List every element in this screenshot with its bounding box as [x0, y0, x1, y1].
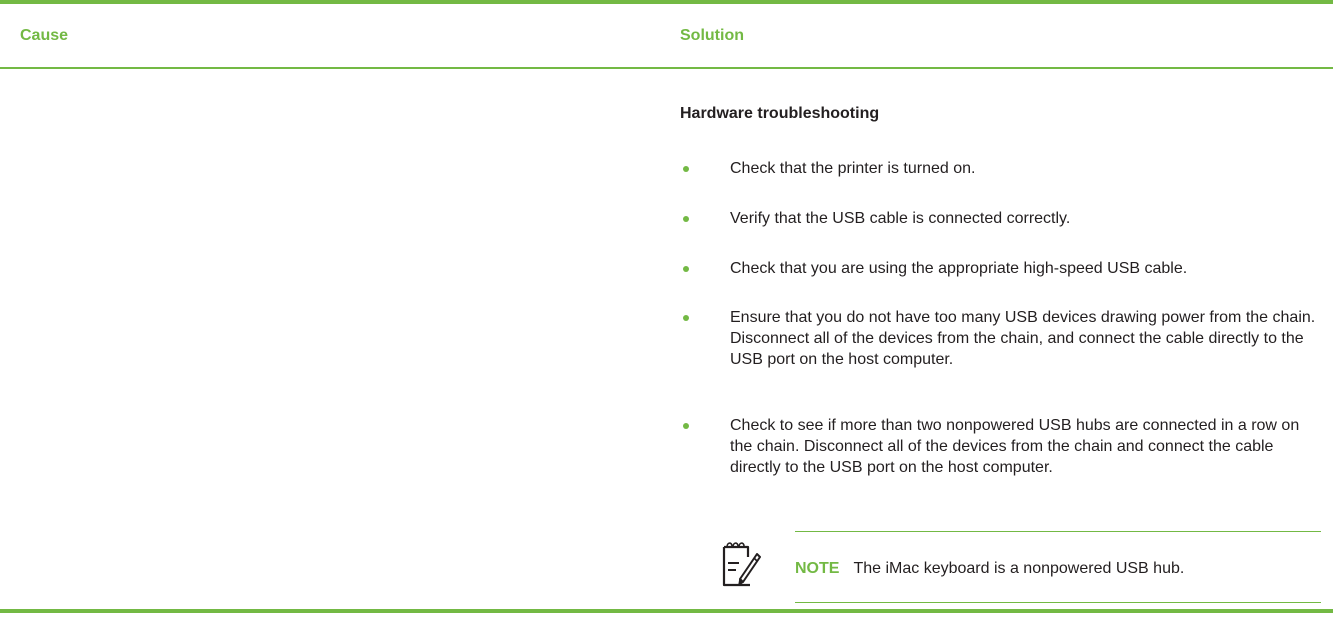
- bullet-icon: [683, 216, 689, 222]
- note-label: NOTE: [795, 560, 840, 577]
- note-pencil-icon: [722, 542, 761, 587]
- list-item-text: Ensure that you do not have too many USB…: [730, 309, 1316, 368]
- section-heading: Hardware troubleshooting: [680, 105, 880, 122]
- bullet-icon: [683, 166, 689, 172]
- header-cause: Cause: [20, 27, 69, 44]
- list-item-text: Check that you are using the appropriate…: [730, 260, 1188, 277]
- header-divider-rule: [0, 67, 1333, 69]
- bullet-icon: [683, 266, 689, 272]
- table-header-row: Cause Solution: [0, 4, 1333, 67]
- list-item-text: Check that the printer is turned on.: [730, 160, 976, 177]
- table-bottom-rule: [0, 609, 1333, 613]
- bullet-icon: [683, 423, 689, 429]
- note-top-rule: [795, 531, 1321, 532]
- list-item-text: Verify that the USB cable is connected c…: [730, 210, 1071, 227]
- note-text: The iMac keyboard is a nonpowered USB hu…: [853, 560, 1185, 577]
- note-line: NOTE The iMac keyboard is a nonpowered US…: [795, 560, 1184, 578]
- note-bottom-rule: [795, 602, 1321, 603]
- header-solution: Solution: [680, 27, 744, 44]
- bullet-icon: [683, 315, 689, 321]
- list-item-text: Check to see if more than two nonpowered…: [730, 417, 1300, 476]
- note-callout: NOTE The iMac keyboard is a nonpowered US…: [721, 531, 1321, 641]
